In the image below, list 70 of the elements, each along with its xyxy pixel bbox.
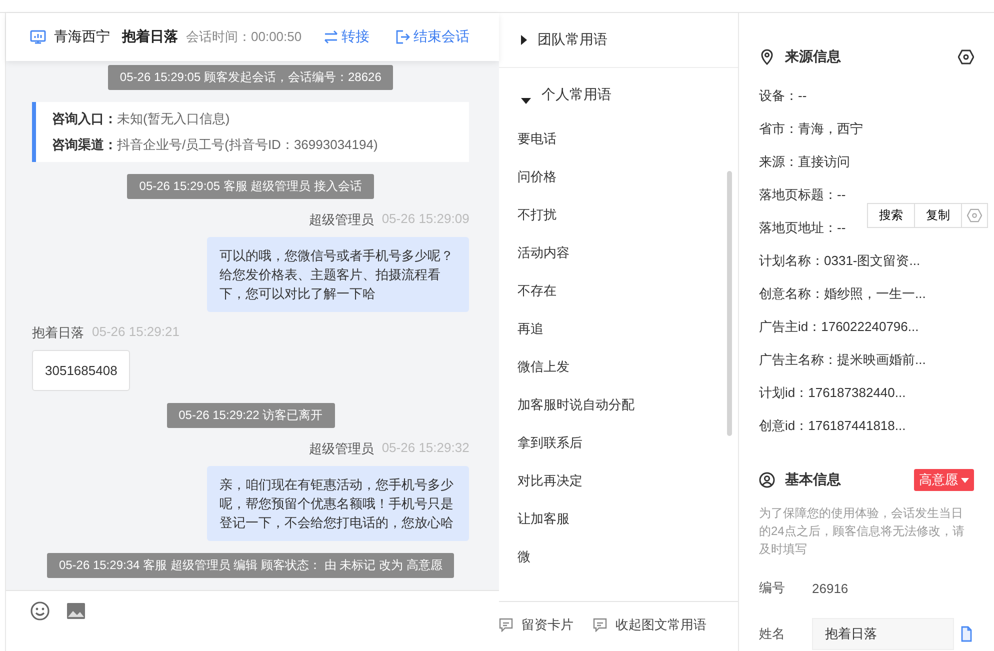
source-info-row-text: 广告主id：176022240796... xyxy=(759,318,919,336)
scrollbar[interactable] xyxy=(727,171,732,436)
swap-icon xyxy=(324,30,338,44)
monitor-icon xyxy=(30,29,46,45)
source-info-row-text: 广告主名称：提米映画婚前... xyxy=(759,351,926,369)
emoji-icon[interactable] xyxy=(30,601,50,621)
system-notice: 05-26 15:29:34 客服 超级管理员 编辑 顾客状态： 由 未标记 改为 高意愿 xyxy=(46,553,454,578)
session-duration: 会话时间：00:00:50 xyxy=(186,28,302,46)
caret-icon xyxy=(521,98,532,104)
phrase-item[interactable]: 不存在 xyxy=(499,272,738,310)
caret-icon xyxy=(521,35,528,45)
message-bubble: 3051685408 xyxy=(32,350,130,391)
message-bubble: 亲，咱们现在有钜惠活动，您手机号多少呢，帮您预留个优惠名额哦！手机号只是登记一下，不会给您打电话的，您放心哈 xyxy=(207,466,470,541)
visitor-region: 青海西宁 xyxy=(54,28,110,46)
source-info-row-text: 设备：-- xyxy=(759,87,807,105)
section-title: 来源信息 xyxy=(785,48,841,66)
phrase-item[interactable]: 不打扰 xyxy=(499,196,738,234)
info-label: 咨询入口： xyxy=(52,111,117,126)
phrase-item[interactable]: 微信上发 xyxy=(499,348,738,386)
phrase-item[interactable]: 要电话 xyxy=(499,120,738,158)
phrase-item[interactable]: 微 xyxy=(499,538,738,576)
phrase-item[interactable]: 活动内容 xyxy=(499,234,738,272)
visitor-name: 抱着日落 xyxy=(122,28,178,46)
system-notice: 05-26 15:29:22 访客已离开 xyxy=(166,403,335,428)
user-icon xyxy=(759,472,775,488)
message-bubble: 可以的哦，您微信号或者手机号多少呢？给您发价格表、主题客片、拍摄流程看下，您可以对比了解一下哈 xyxy=(207,237,470,312)
intent-tag-dropdown[interactable]: 高意愿 xyxy=(914,469,974,491)
field-label: 姓名 xyxy=(759,625,786,643)
phrase-action-button[interactable]: 留资卡片 xyxy=(499,616,574,634)
message-time: 05-26 15:29:09 xyxy=(382,211,470,228)
message-icon xyxy=(499,618,514,632)
section-title: 基本信息 xyxy=(785,471,841,489)
exit-icon xyxy=(396,30,410,44)
source-info-row-text: 创意名称：婚纱照，一生一... xyxy=(759,285,926,303)
source-info-row-text: 落地页标题：-- xyxy=(759,186,846,204)
sender-name: 超级管理员 xyxy=(308,211,374,229)
phrase-item[interactable]: 加客服时说自动分配 xyxy=(499,386,738,424)
location-pin-icon xyxy=(759,49,775,65)
sender-name: 抱着日落 xyxy=(32,324,84,342)
phrase-group-header[interactable]: 团队常用语 xyxy=(499,13,738,68)
info-value: 未知(暂无入口信息) xyxy=(117,111,230,126)
phrase-item[interactable]: 问价格 xyxy=(499,158,738,196)
phrase-item[interactable]: 拿到联系后 xyxy=(499,424,738,462)
phrase-group-header[interactable]: 个人常用语 xyxy=(499,68,738,112)
name-input-field[interactable]: 抱着日落 xyxy=(812,618,954,650)
source-info-row-text: 计划名称：0331-图文留资... xyxy=(759,252,920,270)
source-info-row-text: 创意id：176187441818... xyxy=(759,417,906,435)
phrase-item[interactable]: 让加客服 xyxy=(499,500,738,538)
field-value: 26916 xyxy=(812,580,848,596)
phrase-item[interactable]: 对比再决定 xyxy=(499,462,738,500)
source-info-row-text: 省市：青海，西宁 xyxy=(759,120,863,138)
info-value: 抖音企业号/员工号(抖音号ID：36993034194) xyxy=(117,137,378,152)
message-time: 05-26 15:29:21 xyxy=(92,324,180,341)
source-info-row-text: 落地页地址：-- xyxy=(759,219,846,237)
message-time: 05-26 15:29:32 xyxy=(382,440,470,457)
end-session-button[interactable]: 结束会话 xyxy=(396,28,470,46)
system-notice: 05-26 15:29:05 客服 超级管理员 接入会话 xyxy=(127,174,374,199)
phrase-action-button[interactable]: 收起图文常用语 xyxy=(593,616,706,634)
message-icon xyxy=(593,618,608,632)
info-label: 咨询渠道： xyxy=(52,137,117,152)
system-notice: 05-26 15:29:05 顾客发起会话，会话编号：28626 xyxy=(108,65,394,90)
source-info-row-text: 计划id：176187382440... xyxy=(759,384,906,402)
notice-text: 为了保障您的使用体验，会话发生当日的24点之后，顾客信息将无法修改，请及时填写 xyxy=(759,505,966,558)
settings-icon[interactable] xyxy=(958,49,974,65)
field-label: 编号 xyxy=(759,579,786,597)
phrase-item[interactable]: 再追 xyxy=(499,310,738,348)
image-icon[interactable] xyxy=(66,601,86,621)
source-info-row-text: 来源：直接访问 xyxy=(759,153,850,171)
sender-name: 超级管理员 xyxy=(308,440,374,458)
transfer-button[interactable]: 转接 xyxy=(324,28,370,46)
